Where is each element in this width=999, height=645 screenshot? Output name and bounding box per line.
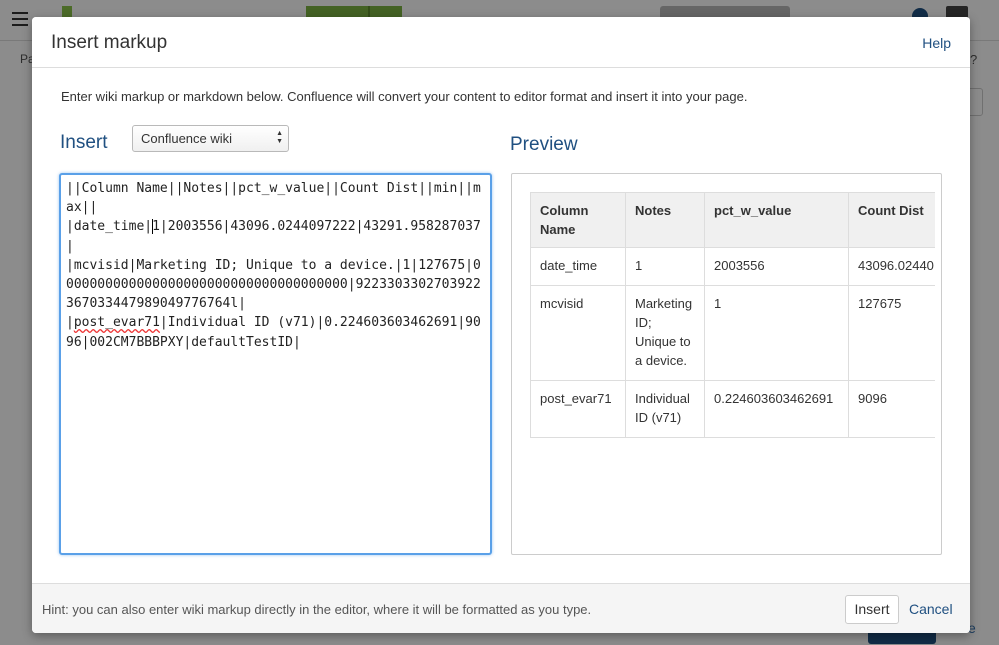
table-cell: 127675	[848, 285, 935, 381]
format-select-value: Confluence wiki	[141, 131, 233, 146]
cancel-button[interactable]: Cancel	[909, 601, 953, 617]
markup-text-after-cursor: 1|2003556|43096.0244097222|43291.9582870…	[66, 219, 481, 331]
markup-textarea[interactable]: ||Column Name||Notes||pct_w_value||Count…	[59, 173, 492, 555]
table-cell: Marketing ID; Unique to a device.	[625, 285, 705, 381]
format-select[interactable]: Confluence wiki ▲ ▼	[132, 125, 289, 152]
misspelled-word: post_evar71	[73, 315, 160, 331]
table-cell: 0.224603603462691	[704, 380, 849, 438]
table-cell: 1	[704, 285, 849, 381]
column-header: Column Name	[530, 192, 626, 248]
intro-text: Enter wiki markup or markdown below. Con…	[61, 89, 748, 104]
column-header: Notes	[625, 192, 705, 248]
insert-button[interactable]: Insert	[845, 595, 899, 624]
help-link[interactable]: Help	[922, 35, 951, 51]
table-cell: 9096	[848, 380, 935, 438]
preview-table: Column Name Notes pct_w_value Count Dist…	[530, 192, 935, 438]
table-cell: date_time	[530, 247, 626, 286]
preview-heading: Preview	[510, 134, 578, 155]
table-row: mcvisid Marketing ID; Unique to a device…	[530, 285, 935, 381]
preview-pane: Column Name Notes pct_w_value Count Dist…	[511, 173, 942, 555]
insert-markup-dialog: Insert markup Help Enter wiki markup or …	[32, 17, 970, 633]
table-cell: 2003556	[704, 247, 849, 286]
table-header-row: Column Name Notes pct_w_value Count Dist	[530, 192, 935, 248]
table-cell: Individual ID (v71)	[625, 380, 705, 438]
insert-heading: Insert	[60, 132, 108, 153]
table-cell: 43096.02440	[848, 247, 935, 286]
table-row: post_evar71 Individual ID (v71) 0.224603…	[530, 380, 935, 438]
table-cell: mcvisid	[530, 285, 626, 381]
hint-text: Hint: you can also enter wiki markup dir…	[42, 602, 592, 617]
table-cell: 1	[625, 247, 705, 286]
column-header: Count Dist	[848, 192, 935, 248]
dialog-title: Insert markup	[51, 32, 168, 53]
table-row: date_time 1 2003556 43096.02440	[530, 247, 935, 286]
preview-scroll-area[interactable]: Column Name Notes pct_w_value Count Dist…	[530, 192, 935, 552]
dialog-header: Insert markup Help	[32, 17, 970, 68]
dialog-footer: Hint: you can also enter wiki markup dir…	[32, 583, 970, 633]
select-arrows-icon: ▲ ▼	[276, 130, 283, 145]
column-header: pct_w_value	[704, 192, 849, 248]
table-cell: post_evar71	[530, 380, 626, 438]
